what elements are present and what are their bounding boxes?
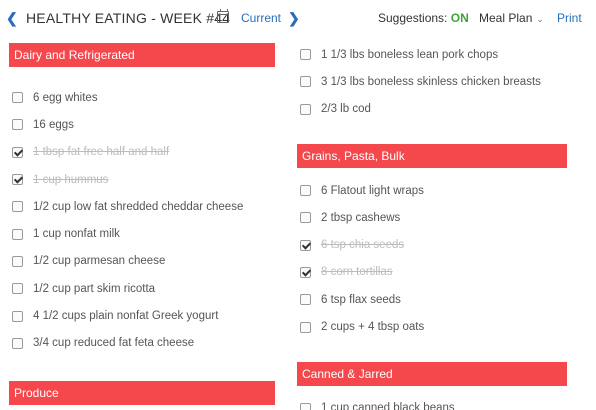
left-column: Dairy and Refrigerated 6 egg whites 16 eg…: [9, 36, 275, 405]
list-item: 3 1/3 lbs boneless skinless chicken brea…: [297, 68, 567, 95]
suggestions-toggle[interactable]: Suggestions: ON: [378, 10, 469, 26]
checkbox[interactable]: [12, 201, 23, 213]
top-bar: ❮ HEALTHY EATING - WEEK #44 Current ❯ Su…: [0, 0, 596, 36]
list-item: 6 egg whites: [9, 84, 275, 111]
item-label: 2/3 lb cod: [321, 103, 371, 116]
item-label: 6 egg whites: [33, 91, 98, 104]
print-link[interactable]: Print: [557, 10, 582, 26]
meal-plan-label: Meal Plan: [479, 11, 533, 25]
item-label: 1 cup canned black beans: [321, 402, 455, 410]
checkbox[interactable]: [12, 255, 23, 267]
category-header-grains: Grains, Pasta, Bulk: [297, 143, 567, 168]
canned-list: 1 cup canned black beans: [297, 395, 567, 410]
item-label: 6 Flatout light wraps: [321, 184, 424, 197]
item-label: 3 1/3 lbs boneless skinless chicken brea…: [321, 75, 541, 88]
checkbox[interactable]: [12, 283, 23, 295]
suggestions-label: Suggestions:: [378, 11, 448, 25]
checkbox[interactable]: [12, 228, 23, 240]
right-column: 1 1/3 lbs boneless lean pork chops 3 1/3 …: [297, 36, 567, 410]
chevron-left-icon[interactable]: ❮: [6, 10, 18, 26]
item-label: 1 cup nonfat milk: [33, 228, 120, 241]
list-item: 4 1/2 cups plain nonfat Greek yogurt: [9, 302, 275, 329]
checked-checkbox[interactable]: [12, 174, 23, 186]
item-label: 1 cup hummus: [33, 173, 109, 186]
checkbox[interactable]: [300, 212, 311, 224]
checkbox[interactable]: [300, 49, 311, 61]
list-item: 1 cup hummus: [9, 166, 275, 193]
list-item: 1/2 cup part skim ricotta: [9, 275, 275, 302]
meat-list: 1 1/3 lbs boneless lean pork chops 3 1/3 …: [297, 41, 567, 123]
chevron-down-icon: ⌄: [536, 14, 544, 24]
page-title: HEALTHY EATING - WEEK #44: [26, 10, 231, 26]
list-item: 2 cups + 4 tbsp oats: [297, 313, 567, 340]
checkbox[interactable]: [12, 119, 23, 131]
list-item: 6 tsp chia seeds: [297, 231, 567, 258]
checked-checkbox[interactable]: [300, 239, 311, 251]
checked-checkbox[interactable]: [12, 146, 23, 158]
category-header-produce: Produce: [9, 380, 275, 405]
list-item: 1 cup canned black beans: [297, 395, 567, 410]
list-item: 1/2 cup parmesan cheese: [9, 248, 275, 275]
meal-plan-dropdown[interactable]: Meal Plan ⌄: [479, 10, 544, 27]
checkbox[interactable]: [12, 92, 23, 104]
item-label: 6 tsp chia seeds: [321, 239, 405, 252]
item-label: 1/2 cup part skim ricotta: [33, 282, 156, 295]
dairy-list: 6 egg whites 16 eggs 1 tbsp fat free half …: [9, 84, 275, 357]
list-item: 16 eggs: [9, 111, 275, 138]
category-header-dairy: Dairy and Refrigerated: [9, 43, 275, 67]
category-header-canned: Canned & Jarred: [297, 361, 567, 386]
item-label: 8 corn tortillas: [321, 266, 393, 279]
list-item: 6 Flatout light wraps: [297, 177, 567, 204]
checkbox[interactable]: [300, 103, 311, 115]
item-label: 4 1/2 cups plain nonfat Greek yogurt: [33, 310, 219, 323]
list-item: 1 cup nonfat milk: [9, 220, 275, 247]
grains-list: 6 Flatout light wraps 2 tbsp cashews 6 tsp…: [297, 177, 567, 341]
item-label: 2 cups + 4 tbsp oats: [321, 321, 425, 334]
item-label: 1 tbsp fat free half and half: [33, 146, 170, 159]
suggestions-state: ON: [450, 11, 469, 25]
checked-checkbox[interactable]: [300, 266, 311, 278]
checkbox[interactable]: [300, 402, 311, 410]
chevron-right-icon[interactable]: ❯: [288, 10, 300, 26]
checkbox[interactable]: [12, 310, 23, 322]
item-label: 1/2 cup low fat shredded cheddar cheese: [33, 200, 244, 213]
item-label: 3/4 cup reduced fat feta cheese: [33, 337, 195, 350]
checkbox[interactable]: [12, 337, 23, 349]
list-item: 6 tsp flax seeds: [297, 286, 567, 313]
item-label: 16 eggs: [33, 118, 74, 131]
checkbox[interactable]: [300, 321, 311, 333]
list-item: 1/2 cup low fat shredded cheddar cheese: [9, 193, 275, 220]
checkbox[interactable]: [300, 185, 311, 197]
list-item: 1 tbsp fat free half and half: [9, 139, 275, 166]
item-label: 1/2 cup parmesan cheese: [33, 255, 166, 268]
checkbox[interactable]: [300, 76, 311, 88]
item-label: 1 1/3 lbs boneless lean pork chops: [321, 48, 499, 61]
list-item: 2 tbsp cashews: [297, 204, 567, 231]
list-item: 8 corn tortillas: [297, 259, 567, 286]
list-item: 3/4 cup reduced fat feta cheese: [9, 330, 275, 357]
list-item: 1 1/3 lbs boneless lean pork chops: [297, 41, 567, 68]
list-item: 2/3 lb cod: [297, 96, 567, 123]
item-label: 6 tsp flax seeds: [321, 293, 401, 306]
item-label: 2 tbsp cashews: [321, 211, 401, 224]
checkbox[interactable]: [300, 294, 311, 306]
calendar-icon[interactable]: [217, 9, 229, 23]
current-week-link[interactable]: Current: [241, 10, 281, 26]
